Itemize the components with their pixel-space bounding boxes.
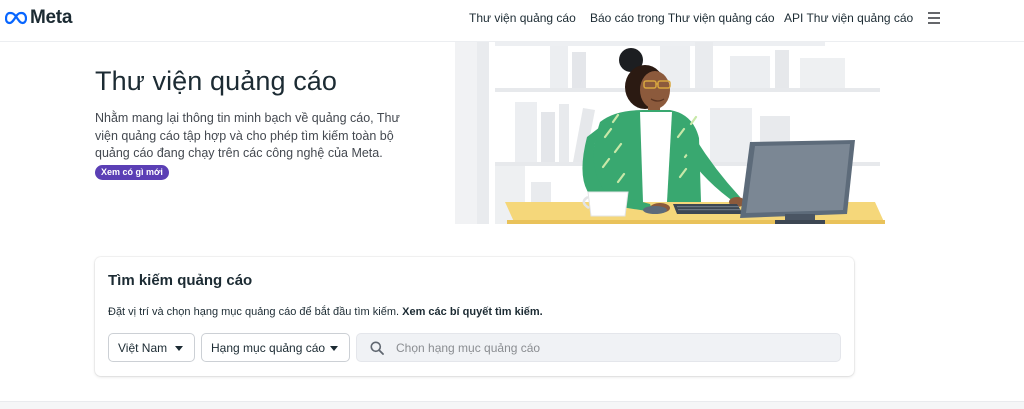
search-icon: [370, 341, 384, 355]
nav-link-ad-library-report[interactable]: Báo cáo trong Thư viện quảng cáo: [590, 11, 775, 25]
hero-illustration: [455, 42, 885, 224]
page-footer-divider: [0, 401, 1024, 409]
nav-link-ad-library-api[interactable]: API Thư viện quảng cáo: [784, 11, 913, 25]
search-ads-card: Tìm kiếm quảng cáo Đặt vị trí và chọn hạ…: [95, 257, 854, 376]
search-tips-link[interactable]: Xem các bí quyết tìm kiếm.: [402, 306, 543, 318]
nav-link-ad-library[interactable]: Thư viện quảng cáo: [469, 11, 576, 25]
search-card-description: Đặt vị trí và chọn hạng mục quảng cáo để…: [108, 306, 543, 318]
search-input[interactable]: [396, 340, 816, 355]
country-dropdown-value: Việt Nam: [118, 340, 168, 355]
ad-category-dropdown[interactable]: Hạng mục quảng cáo: [201, 333, 350, 362]
caret-down-icon: [330, 346, 338, 351]
meta-logo-text: Meta: [30, 7, 73, 28]
top-navigation-bar: Meta Thư viện quảng cáo Báo cáo trong Th…: [0, 0, 1024, 42]
hero-description: Nhằm mang lại thông tin minh bạch về quả…: [95, 111, 400, 160]
ad-category-dropdown-value: Hạng mục quảng cáo: [211, 340, 326, 355]
search-card-title: Tìm kiếm quảng cáo: [108, 272, 253, 289]
search-box[interactable]: [356, 333, 841, 362]
meta-logo[interactable]: Meta: [5, 7, 73, 28]
caret-down-icon: [175, 346, 183, 351]
meta-infinity-icon: [5, 11, 27, 25]
country-dropdown[interactable]: Việt Nam: [108, 333, 195, 362]
hamburger-menu-icon[interactable]: [928, 12, 940, 24]
search-instructions-text: Đặt vị trí và chọn hạng mục quảng cáo để…: [108, 306, 400, 318]
page-title: Thư viện quảng cáo: [95, 66, 338, 96]
whats-new-badge[interactable]: Xem có gì mới: [95, 165, 169, 180]
